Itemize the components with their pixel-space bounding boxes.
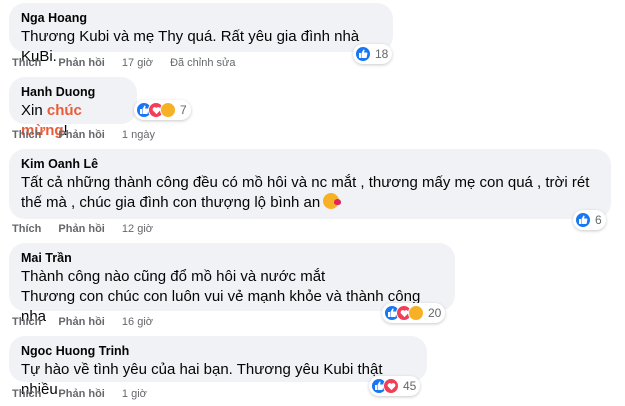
like-button[interactable]: Thích [12,129,41,141]
comment-bubble: Mai Trần Thành công nào cũng đổ mồ hôi v… [9,243,455,325]
comment-actions: Thích Phản hồi 16 giờ [12,316,167,328]
comment-1: Nga Hoang Thương Kubi và mẹ Thy quá. Rất… [9,3,393,65]
comment-actions: Thích Phản hồi 12 giờ [12,223,167,235]
comment-time[interactable]: 1 giờ [122,388,147,400]
comment-actions: Thích Phản hồi 17 giờ Đã chỉnh sửa [12,57,250,69]
care-reaction-icon [160,102,176,118]
comment-3: Kim Oanh Lê Tất cả những thành công đều … [9,149,611,219]
reaction-count: 45 [403,379,417,393]
reaction-count: 7 [180,103,187,117]
comment-time[interactable]: 16 giờ [122,316,153,328]
like-button[interactable]: Thích [12,57,41,69]
like-reaction-icon [355,46,371,62]
reply-button[interactable]: Phản hồi [58,57,104,69]
edited-label[interactable]: Đã chỉnh sửa [170,57,235,69]
comment-time[interactable]: 12 giờ [122,223,153,235]
comment-time[interactable]: 17 giờ [122,57,153,69]
comment-author[interactable]: Hanh Duong [21,84,125,100]
comment-author[interactable]: Ngoc Huong Trinh [21,343,415,359]
like-button[interactable]: Thích [12,223,41,235]
comment-bubble: Ngoc Huong Trinh Tự hào về tình yêu của … [9,336,427,398]
comment-time[interactable]: 1 ngày [122,129,155,141]
comment-text: Tất cả những thành công đều có mồ hôi và… [21,174,590,211]
reaction-summary[interactable]: 6 [573,210,606,230]
comment-bubble: Hanh Duong Xin chúc mừng! [9,77,137,139]
comment-actions: Thích Phản hồi 1 ngày [12,129,169,141]
comment-author[interactable]: Kim Oanh Lê [21,156,599,172]
reaction-count: 18 [375,47,389,61]
comment-bubble: Kim Oanh Lê Tất cả những thành công đều … [9,149,611,219]
comment-2: Hanh Duong Xin chúc mừng! [9,77,137,139]
comment-author[interactable]: Mai Trần [21,250,443,266]
reaction-count: 6 [595,213,602,227]
reply-button[interactable]: Phản hồi [58,316,104,328]
reaction-summary[interactable]: 45 [369,376,421,396]
love-reaction-icon [383,378,399,394]
like-reaction-icon [575,212,591,228]
kiss-emoji-icon [323,193,342,209]
reaction-count: 20 [428,306,442,320]
reaction-summary[interactable]: 7 [134,100,191,120]
comment-5: Ngoc Huong Trinh Tự hào về tình yêu của … [9,336,427,398]
reaction-summary[interactable]: 18 [353,44,393,64]
comment-author[interactable]: Nga Hoang [21,10,381,26]
comment-actions: Thích Phản hồi 1 giờ [12,388,161,400]
reply-button[interactable]: Phản hồi [58,223,104,235]
like-button[interactable]: Thích [12,388,41,400]
like-button[interactable]: Thích [12,316,41,328]
care-reaction-icon [408,305,424,321]
comment-bubble: Nga Hoang Thương Kubi và mẹ Thy quá. Rất… [9,3,393,65]
comment-4: Mai Trần Thành công nào cũng đổ mồ hôi v… [9,243,455,325]
reaction-summary[interactable]: 20 [382,303,446,323]
reply-button[interactable]: Phản hồi [58,129,104,141]
reply-button[interactable]: Phản hồi [58,388,104,400]
